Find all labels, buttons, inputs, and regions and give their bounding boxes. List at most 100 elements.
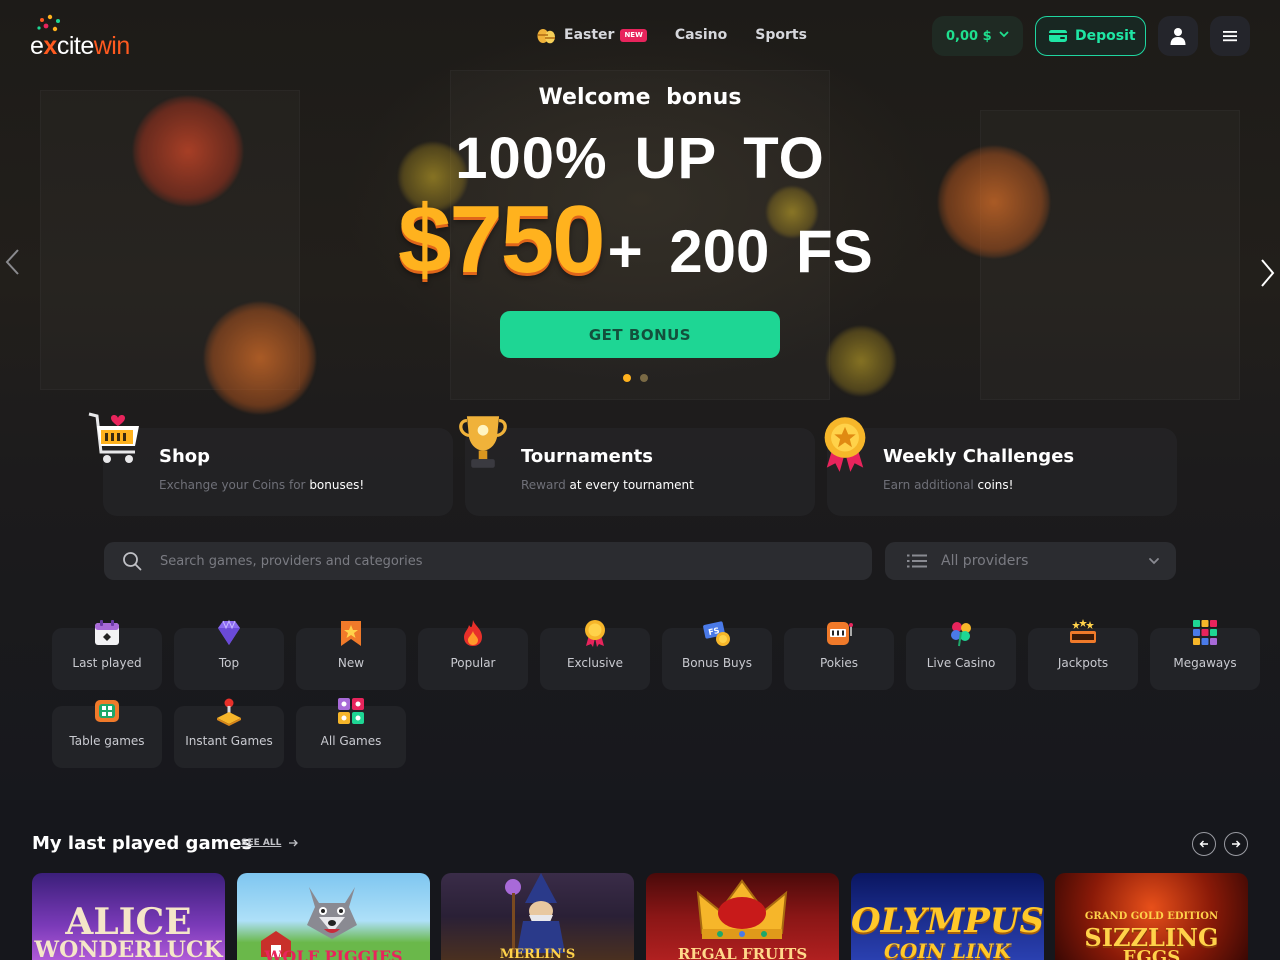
hero-headline: 100% UP TO bbox=[455, 126, 825, 191]
last-played-title: My last played games bbox=[32, 833, 253, 854]
get-bonus-button[interactable]: GET BONUS bbox=[500, 311, 780, 358]
category-all-games[interactable]: All Games bbox=[296, 698, 406, 768]
category-label: Instant Games bbox=[185, 734, 273, 748]
game-subtitle: WONDERLUCK bbox=[34, 937, 223, 960]
game-title: MERLIN'S bbox=[499, 947, 576, 960]
slider-dot-active[interactable] bbox=[623, 374, 631, 382]
arrow-right-icon bbox=[1232, 840, 1241, 848]
promo-weekly-title: Weekly Challenges bbox=[883, 446, 1075, 467]
joystick-icon bbox=[217, 698, 241, 726]
user-icon bbox=[1170, 28, 1186, 45]
game-title: WOLF PIGGIES bbox=[264, 947, 403, 960]
category-label: Popular bbox=[450, 656, 496, 670]
game-subtitle: EGGS bbox=[1122, 947, 1181, 960]
category-label: Last played bbox=[72, 656, 142, 670]
promo-shop[interactable]: Shop Exchange your Coins for bonuses! bbox=[88, 412, 453, 516]
shopping-cart-icon bbox=[88, 412, 139, 463]
medal-icon bbox=[824, 417, 866, 472]
wizard-character-icon bbox=[505, 873, 565, 953]
game-card-regal-fruits[interactable]: REGAL FRUITS bbox=[646, 873, 839, 960]
slider-dot[interactable] bbox=[640, 374, 648, 382]
diamond-icon bbox=[218, 619, 240, 645]
promo-weekly-desc: Earn additional coins! bbox=[883, 478, 1014, 492]
trophy-icon bbox=[459, 416, 507, 468]
search-input[interactable] bbox=[160, 553, 760, 569]
bookmark-star-icon bbox=[341, 621, 361, 646]
carousel-prev-button[interactable] bbox=[1192, 832, 1216, 856]
nav-easter[interactable]: Easter NEW bbox=[536, 26, 647, 44]
new-badge: NEW bbox=[620, 28, 647, 42]
hero-next-arrow-icon[interactable] bbox=[1258, 258, 1276, 288]
calendar-icon bbox=[95, 620, 119, 645]
category-new[interactable]: New bbox=[296, 621, 406, 690]
profile-button[interactable] bbox=[1158, 16, 1198, 56]
game-title: OLYMPUS bbox=[851, 901, 1044, 941]
category-pokies[interactable]: Pokies bbox=[784, 622, 894, 690]
arrow-right-icon bbox=[289, 839, 299, 847]
hero-prev-arrow-icon[interactable] bbox=[4, 248, 22, 276]
chevron-down-icon bbox=[1149, 558, 1159, 565]
promo-weekly-challenges[interactable]: Weekly Challenges Earn additional coins! bbox=[824, 417, 1177, 516]
category-label: Bonus Buys bbox=[681, 656, 753, 670]
megaways-icon bbox=[1193, 620, 1217, 645]
wolf-character-icon bbox=[307, 887, 357, 939]
category-label: Pokies bbox=[819, 656, 859, 670]
category-label: Table games bbox=[69, 734, 145, 748]
menu-button[interactable] bbox=[1210, 16, 1250, 56]
wallet-icon bbox=[1049, 30, 1067, 42]
category-label: Live Casino bbox=[926, 656, 996, 670]
providers-label: All providers bbox=[941, 553, 1029, 569]
carousel-next-button[interactable] bbox=[1224, 832, 1248, 856]
category-label: Exclusive bbox=[566, 656, 624, 670]
all-games-icon bbox=[338, 698, 364, 724]
category-table-games[interactable]: Table games bbox=[52, 700, 162, 768]
search-icon bbox=[123, 552, 142, 571]
crown-icon bbox=[696, 879, 788, 939]
excitewin-logo[interactable]: excitewin bbox=[30, 14, 160, 60]
deposit-button[interactable]: Deposit bbox=[1035, 16, 1146, 56]
balance-dropdown[interactable]: 0,00 $ bbox=[932, 16, 1023, 56]
game-card-alice-wonderluck[interactable]: ALICE WONDERLUCK bbox=[32, 873, 225, 960]
medal-icon bbox=[585, 620, 605, 647]
game-card-wolf-piggies[interactable]: WOLF PIGGIES bbox=[237, 873, 430, 960]
nav-casino[interactable]: Casino bbox=[675, 27, 727, 43]
free-spins-icon: FS bbox=[703, 621, 730, 646]
arrow-left-icon bbox=[1199, 840, 1208, 848]
promo-shop-desc: Exchange your Coins for bonuses! bbox=[159, 478, 365, 492]
category-top[interactable]: Top bbox=[174, 619, 284, 690]
category-instant-games[interactable]: Instant Games bbox=[174, 698, 284, 768]
main-nav: Easter NEW Casino Sports bbox=[536, 26, 835, 44]
slot-machine-icon bbox=[827, 622, 853, 645]
category-bonus-buys[interactable]: FS Bonus Buys bbox=[662, 621, 772, 690]
category-label: Top bbox=[218, 656, 240, 670]
category-label: Jackpots bbox=[1057, 656, 1109, 670]
top-header: excitewin Easter NEW Casino Sports 0,00 … bbox=[0, 0, 1280, 72]
chevron-down-icon bbox=[999, 31, 1009, 38]
hero-subtitle: Welcome bonus bbox=[538, 85, 742, 110]
game-card-olympus-coin-link[interactable]: OLYMPUS COIN LINK bbox=[851, 873, 1044, 960]
see-all-link[interactable]: SEE ALL bbox=[241, 838, 299, 848]
category-last-played[interactable]: Last played bbox=[52, 620, 162, 690]
providers-dropdown[interactable]: All providers bbox=[885, 542, 1176, 580]
category-popular[interactable]: Popular bbox=[418, 620, 528, 690]
category-live-casino[interactable]: Live Casino bbox=[906, 622, 1016, 690]
nav-sports[interactable]: Sports bbox=[755, 27, 807, 43]
category-label: All Games bbox=[320, 734, 382, 748]
game-card-merlins[interactable]: MERLIN'S bbox=[441, 873, 634, 960]
category-exclusive[interactable]: Exclusive bbox=[540, 620, 650, 690]
category-megaways[interactable]: Megaways bbox=[1150, 620, 1260, 690]
easter-eggs-icon bbox=[537, 29, 555, 44]
category-jackpots[interactable]: Jackpots bbox=[1028, 619, 1138, 690]
game-subtitle: COIN LINK bbox=[883, 939, 1012, 960]
nav-easter-label: Easter bbox=[564, 27, 615, 43]
logo-wordmark: excitewin bbox=[30, 32, 130, 60]
balance-amount: 0,00 $ bbox=[946, 28, 992, 44]
bonus-amount: $750 bbox=[398, 186, 606, 293]
free-spins-text: + 200 FS bbox=[607, 218, 873, 285]
category-label: Megaways bbox=[1173, 656, 1237, 670]
game-card-sizzling-eggs[interactable]: GRAND GOLD EDITION SIZZLING EGGS bbox=[1055, 873, 1248, 960]
list-icon bbox=[907, 554, 927, 568]
promo-tournaments-title: Tournaments bbox=[521, 446, 654, 467]
promo-tournaments[interactable]: Tournaments Reward at every tournament bbox=[459, 416, 815, 516]
clover-icon bbox=[951, 622, 971, 647]
